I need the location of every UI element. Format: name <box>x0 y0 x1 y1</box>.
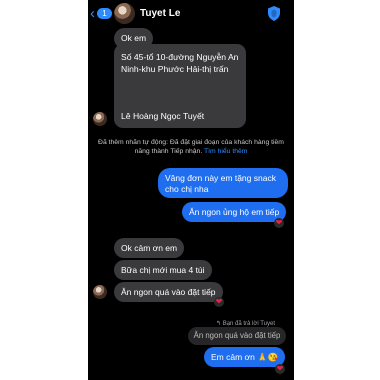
system-notice: Đã thêm nhãn tự động: Đã đặt giai đoạn c… <box>94 138 288 156</box>
message-bubble-incoming[interactable]: Ăn ngon quá vào đặt tiếp <box>114 282 223 302</box>
message-text: Em cảm ơn 🙏😘 <box>211 352 279 362</box>
reply-label: ↰ Bạn đã trả lời Tuyet <box>216 321 275 327</box>
heart-reaction-icon[interactable]: ❤ <box>275 364 285 374</box>
message-bubble-outgoing[interactable]: Vâng đơn này em tặng snack cho chị nha <box>158 168 288 198</box>
chat-screen: ‹ 1 Tuyet Le Ok em Số 45-tổ 10-đường Ngu… <box>88 0 294 380</box>
contact-avatar[interactable] <box>114 3 135 24</box>
message-bubble-incoming-address[interactable]: Số 45-tổ 10-đường Nguyễn An Ninh-khu Phư… <box>114 44 246 128</box>
heart-reaction-icon[interactable]: ❤ <box>274 218 284 228</box>
chat-header: ‹ 1 Tuyet Le <box>88 0 294 28</box>
message-text: Vâng đơn này em tặng snack cho chị nha <box>165 173 276 194</box>
message-text: Ăn ngon quá vào đặt tiếp <box>121 287 216 297</box>
heart-reaction-icon[interactable]: ❤ <box>214 297 224 307</box>
learn-more-link[interactable]: Tìm hiểu thêm <box>204 148 247 155</box>
address-text: Số 45-tổ 10-đường Nguyễn An Ninh-khu Phư… <box>121 52 239 74</box>
message-bubble-outgoing[interactable]: Ăn ngon ủng hộ em tiếp <box>182 202 287 222</box>
shield-icon[interactable] <box>268 6 280 21</box>
replied-message-quote[interactable]: Ăn ngon quá vào đặt tiếp <box>188 327 286 345</box>
message-text: Ok em <box>121 33 147 43</box>
sender-avatar[interactable] <box>93 285 107 299</box>
message-bubble-incoming[interactable]: Ok cảm ơn em <box>114 238 185 258</box>
message-text: Ok cảm ơn em <box>121 243 178 253</box>
message-text: Bữa chị mới mua 4 túi <box>121 265 205 275</box>
system-notice-text: Đã thêm nhãn tự động: Đã đặt giai đoạn c… <box>98 139 284 155</box>
message-text: Ăn ngon ủng hộ em tiếp <box>189 207 280 217</box>
message-bubble-outgoing[interactable]: Em cảm ơn 🙏😘 <box>204 347 286 367</box>
message-bubble-incoming[interactable]: Bữa chị mới mua 4 túi <box>114 260 212 280</box>
sender-avatar[interactable] <box>93 112 107 126</box>
contact-name[interactable]: Tuyet Le <box>140 8 180 19</box>
customer-name-text: Lê Hoàng Ngọc Tuyết <box>121 111 205 121</box>
unread-count-badge: 1 <box>97 8 112 19</box>
back-chevron-icon[interactable]: ‹ <box>90 6 95 21</box>
